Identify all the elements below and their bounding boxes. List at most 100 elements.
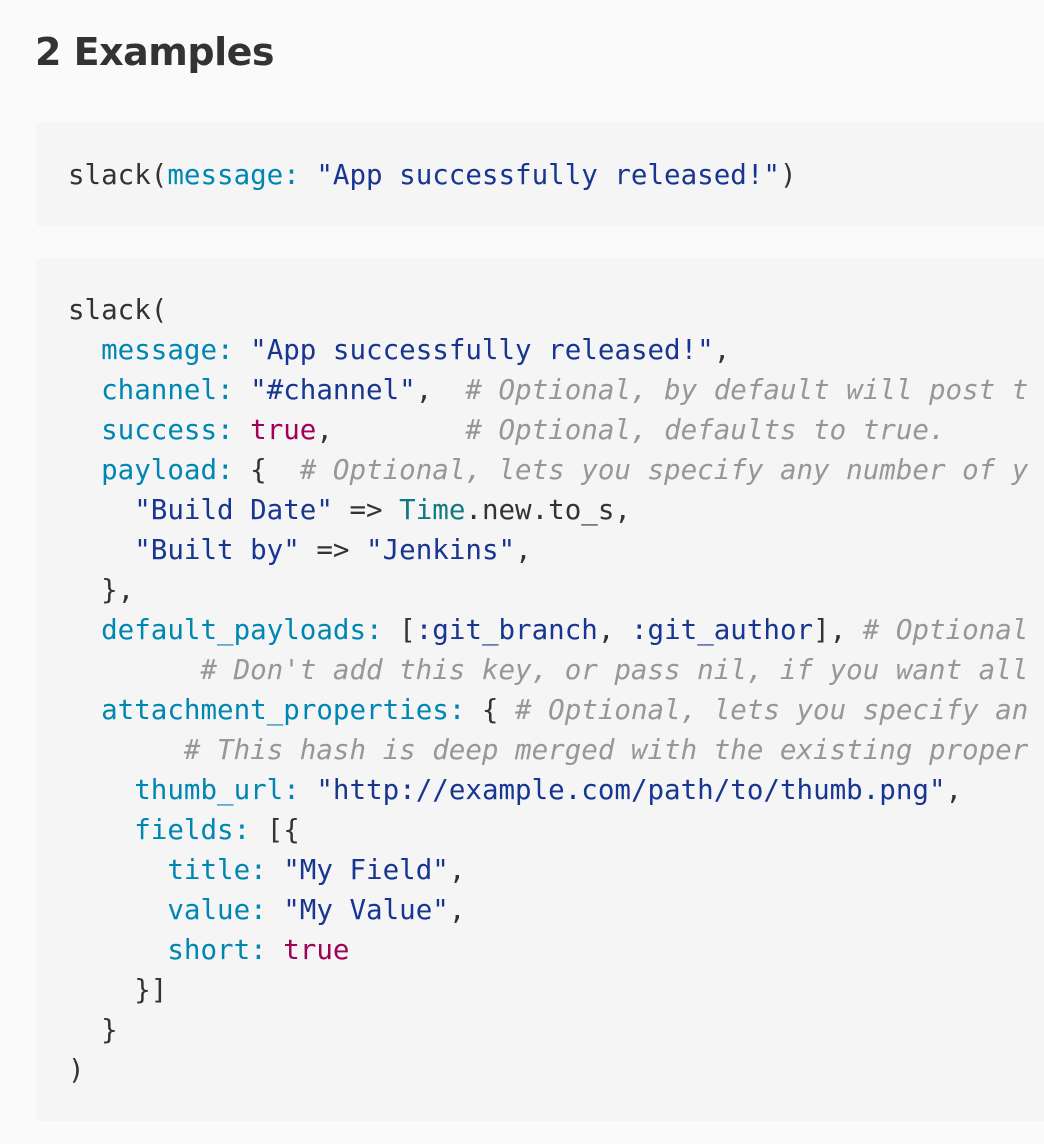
code-string: "App successfully released!": [250, 334, 714, 366]
code-line: message: "App successfully released!",: [68, 330, 1028, 370]
code-text: =>: [299, 534, 367, 566]
code-key: thumb_url:: [134, 774, 300, 806]
code-comment: # Optional: [862, 614, 1029, 646]
code-line: short: true: [68, 930, 1028, 970]
code-key: fields:: [134, 814, 251, 846]
code-key: title:: [167, 854, 267, 886]
code-text: =>: [332, 494, 400, 526]
code-symbol: :git_author: [630, 614, 814, 646]
code-text: ): [779, 159, 797, 191]
code-line: # Don't add this key, or pass nil, if yo…: [68, 650, 1028, 690]
code-line: # This hash is deep merged with the exis…: [68, 730, 1028, 770]
code-text: },: [68, 574, 135, 606]
code-example-2: slack( message: "App successfully releas…: [36, 258, 1044, 1121]
code-line: }]: [68, 970, 1028, 1010]
code-comment: # This hash is deep merged with the exis…: [183, 734, 1029, 766]
code-text: ,: [448, 854, 466, 886]
code-line: fields: [{: [68, 810, 1028, 850]
code-line: slack(: [68, 290, 1028, 330]
code-string: "My Field": [283, 854, 449, 886]
code-key: short:: [167, 934, 267, 966]
code-line: "Built by" => "Jenkins",: [68, 530, 1028, 570]
code-string: "http://example.com/path/to/thumb.png": [316, 774, 946, 806]
code-text: ,: [448, 894, 466, 926]
code-text: ,: [316, 414, 466, 446]
code-text: ,: [515, 534, 532, 566]
code-line: channel: "#channel", # Optional, by defa…: [68, 370, 1028, 410]
code-line: value: "My Value",: [68, 890, 1028, 930]
code-key: channel:: [101, 374, 234, 406]
code-string: "Built by": [134, 534, 300, 566]
code-line: ): [68, 1050, 1028, 1090]
code-line: title: "My Field",: [68, 850, 1028, 890]
code-comment: # Optional, defaults to true.: [465, 414, 946, 446]
section-heading: 2 Examples: [35, 30, 275, 74]
code-key: payload:: [101, 454, 234, 486]
code-comment: # Optional, lets you specify any number …: [299, 454, 1029, 486]
code-text: [: [382, 614, 416, 646]
code-line: "Build Date" => Time.new.to_s,: [68, 490, 1028, 530]
code-text: [{: [250, 814, 300, 846]
code-line: payload: { # Optional, lets you specify …: [68, 450, 1028, 490]
code-comment: # Optional, lets you specify an: [515, 694, 1029, 726]
code-string: "#channel": [250, 374, 416, 406]
code-example-1: slack(message: "App successfully release…: [36, 122, 1044, 226]
code-string: "Jenkins": [366, 534, 516, 566]
code-text: }: [68, 1014, 118, 1046]
code-text: {: [233, 454, 300, 486]
code-text: .new.to_s,: [465, 494, 631, 526]
code-key: attachment_properties:: [101, 694, 466, 726]
code-boolean: true: [283, 934, 350, 966]
code-line: success: true, # Optional, defaults to t…: [68, 410, 1028, 450]
code-key: default_payloads:: [101, 614, 383, 646]
code-line: default_payloads: [:git_branch, :git_aut…: [68, 610, 1028, 650]
code-line: },: [68, 570, 1028, 610]
code-text: ],: [813, 614, 863, 646]
code-line: attachment_properties: { # Optional, let…: [68, 690, 1028, 730]
code-string: "Build Date": [134, 494, 333, 526]
code-constant: Time: [399, 494, 466, 526]
code-text: ,: [415, 374, 466, 406]
code-text: ,: [945, 774, 963, 806]
code-text: {: [465, 694, 516, 726]
code-line: }: [68, 1010, 1028, 1050]
code-listing: slack( message: "App successfully releas…: [68, 290, 1028, 1090]
code-line: thumb_url: "http://example.com/path/to/t…: [68, 770, 1028, 810]
code-key: value:: [167, 894, 267, 926]
code-text: slack(: [68, 294, 168, 326]
code-key: message:: [101, 334, 234, 366]
code-symbol: :git_branch: [415, 614, 598, 646]
code-text: }]: [68, 974, 168, 1006]
code-line: slack(message: "App successfully release…: [68, 155, 797, 195]
code-string: "My Value": [283, 894, 449, 926]
code-text: slack(: [68, 159, 168, 191]
code-string: "App successfully released!": [316, 159, 780, 191]
code-text: ,: [597, 614, 631, 646]
code-comment: # Don't add this key, or pass nil, if yo…: [200, 654, 1029, 686]
code-boolean: true: [250, 414, 317, 446]
code-key: success:: [101, 414, 234, 446]
